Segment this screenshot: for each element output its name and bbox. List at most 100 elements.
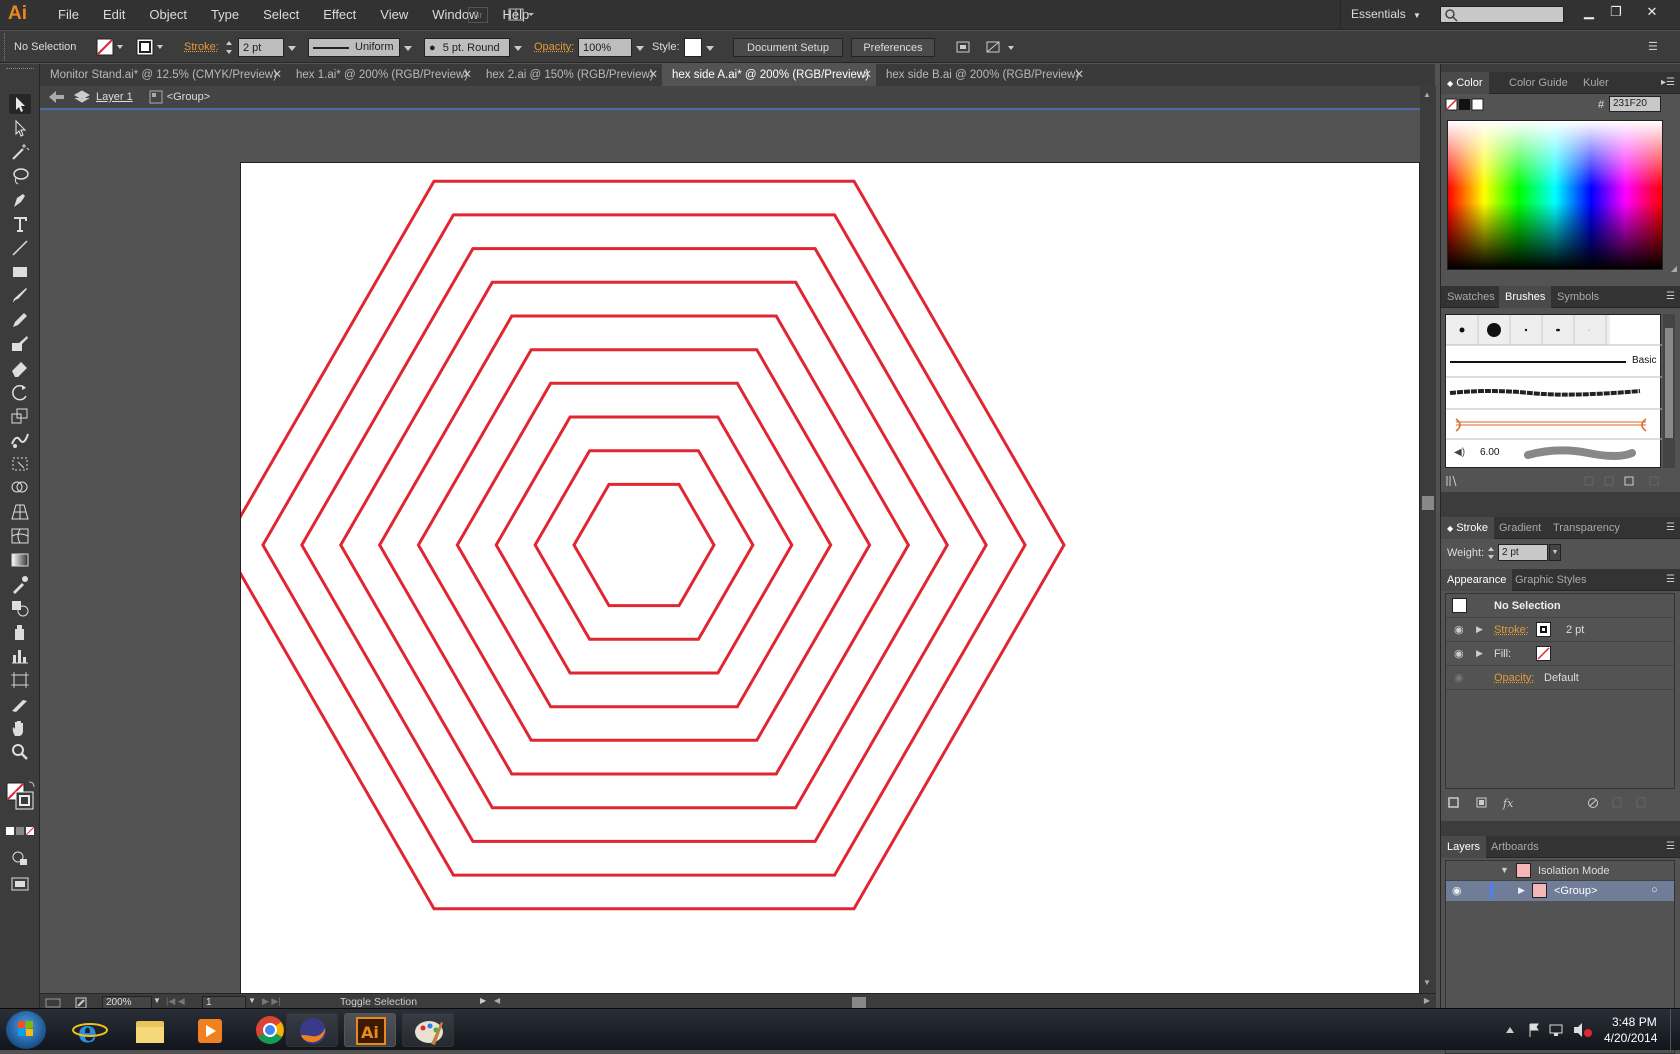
scroll-down-icon[interactable]: ▼ bbox=[1423, 978, 1431, 987]
stroke-weight-field[interactable]: 2 pt bbox=[238, 38, 284, 57]
workspace-switcher[interactable]: Essentials ▼ bbox=[1340, 0, 1432, 30]
tab-stroke[interactable]: ◆ Stroke bbox=[1441, 517, 1494, 539]
stroke-weight-dropdown[interactable] bbox=[286, 38, 298, 57]
panel-menu-icon[interactable]: ☰ bbox=[1666, 522, 1675, 533]
graphic-style-swatch[interactable] bbox=[684, 38, 702, 57]
blend-tool[interactable] bbox=[9, 598, 31, 618]
pen-tool[interactable] bbox=[9, 190, 31, 210]
screen-mode-button[interactable] bbox=[9, 874, 31, 894]
expand-arrow-icon[interactable]: ▶ bbox=[1476, 624, 1483, 635]
tab-hex-2[interactable]: hex 2.ai @ 150% (RGB/Preview) ✕ bbox=[476, 64, 662, 86]
close-button[interactable]: ✕ bbox=[1640, 3, 1664, 21]
stroke-swatch-icon[interactable] bbox=[1536, 622, 1551, 637]
close-icon[interactable]: ✕ bbox=[1074, 64, 1084, 86]
stroke-label[interactable]: Stroke: bbox=[184, 38, 219, 57]
brush-strokes-preview[interactable] bbox=[1446, 315, 1662, 469]
control-panel-menu-icon[interactable]: ☰ bbox=[1648, 38, 1666, 57]
color-mode-buttons[interactable] bbox=[5, 826, 35, 838]
hexagon-path[interactable] bbox=[457, 383, 830, 706]
close-icon[interactable]: ✕ bbox=[862, 64, 872, 86]
menu-object[interactable]: Object bbox=[137, 0, 199, 30]
tab-hex-1[interactable]: hex 1.ai* @ 200% (RGB/Preview) ✕ bbox=[286, 64, 476, 86]
tab-kuler[interactable]: Kuler bbox=[1577, 72, 1615, 94]
opacity-field[interactable]: 100% bbox=[578, 38, 632, 57]
show-desktop-button[interactable] bbox=[1670, 1009, 1680, 1051]
perspective-grid-tool[interactable] bbox=[9, 502, 31, 522]
magic-wand-tool[interactable] bbox=[9, 142, 31, 162]
opacity-dropdown[interactable] bbox=[634, 38, 646, 57]
tab-gradient[interactable]: Gradient bbox=[1493, 517, 1547, 539]
hexagon-path[interactable] bbox=[302, 249, 986, 842]
artboard-nav-back[interactable]: |◀ ◀ bbox=[166, 996, 185, 1007]
close-icon[interactable]: ✕ bbox=[272, 64, 282, 86]
vertical-scrollbar[interactable]: ▲ ▼ bbox=[1420, 86, 1436, 993]
lasso-tool[interactable] bbox=[9, 166, 31, 186]
layer-row-isolation[interactable]: ▼ Isolation Mode bbox=[1446, 861, 1674, 881]
fill-stroke-widget[interactable] bbox=[4, 780, 38, 820]
hexagon-path[interactable] bbox=[263, 215, 1025, 875]
brushes-scrollbar[interactable] bbox=[1663, 314, 1675, 468]
arrange-documents-button[interactable] bbox=[508, 7, 536, 23]
hexagon-path[interactable] bbox=[418, 350, 869, 741]
variable-width-profile[interactable]: Uniform bbox=[308, 38, 400, 57]
breadcrumb-layer[interactable]: Layer 1 bbox=[96, 91, 133, 103]
appearance-opacity-row[interactable]: ◉ Opacity: Default bbox=[1446, 666, 1674, 690]
color-spectrum[interactable] bbox=[1447, 120, 1663, 270]
fill-none-icon[interactable] bbox=[1536, 646, 1551, 661]
start-button[interactable] bbox=[6, 1011, 46, 1049]
tab-graphic-styles[interactable]: Graphic Styles bbox=[1509, 569, 1593, 591]
scroll-thumb[interactable] bbox=[1422, 496, 1434, 510]
hexagon-artwork[interactable] bbox=[241, 163, 1420, 993]
scroll-left-icon[interactable]: ◀ bbox=[494, 996, 500, 1005]
minimize-button[interactable]: ▁ bbox=[1577, 3, 1601, 21]
expand-arrow-icon[interactable]: ▶ bbox=[1518, 885, 1525, 896]
tab-artboards[interactable]: Artboards bbox=[1485, 836, 1545, 858]
rectangle-tool[interactable] bbox=[9, 262, 31, 282]
appearance-stroke-row[interactable]: ◉ ▶ Stroke: 2 pt bbox=[1446, 618, 1674, 642]
preferences-button[interactable]: Preferences bbox=[851, 38, 935, 57]
menu-file[interactable]: File bbox=[46, 0, 91, 30]
tab-monitor-stand[interactable]: Monitor Stand.ai* @ 12.5% (CMYK/Preview)… bbox=[40, 64, 286, 86]
tab-transparency[interactable]: Transparency bbox=[1547, 517, 1626, 539]
transform-options-button[interactable] bbox=[984, 38, 1018, 57]
document-setup-button[interactable]: Document Setup bbox=[733, 38, 843, 57]
taskbar-illustrator[interactable]: Ai bbox=[344, 1013, 396, 1047]
hex-field[interactable]: 231F20 bbox=[1609, 96, 1661, 112]
hexagon-path[interactable] bbox=[496, 417, 792, 673]
pencil-tool[interactable] bbox=[9, 310, 31, 330]
menu-select[interactable]: Select bbox=[251, 0, 311, 30]
tab-layers[interactable]: Layers bbox=[1441, 836, 1486, 858]
opacity-label[interactable]: Opacity: bbox=[534, 38, 574, 57]
isolate-button[interactable] bbox=[954, 38, 972, 57]
close-icon[interactable]: ✕ bbox=[648, 64, 658, 86]
tab-hex-side-b[interactable]: hex side B.ai @ 200% (RGB/Preview) ✕ bbox=[876, 64, 1088, 86]
breadcrumb-group[interactable]: <Group> bbox=[167, 91, 210, 103]
weight-stepper[interactable] bbox=[1486, 544, 1496, 562]
close-icon[interactable]: ✕ bbox=[462, 64, 472, 86]
slice-tool[interactable] bbox=[9, 694, 31, 714]
appearance-stroke-value[interactable]: 2 pt bbox=[1566, 624, 1584, 636]
panel-menu-icon[interactable]: ☰ bbox=[1666, 574, 1675, 585]
eye-icon[interactable]: ◉ bbox=[1454, 671, 1464, 684]
brush-library-menu-icon[interactable] bbox=[1445, 474, 1677, 488]
hand-tool[interactable] bbox=[9, 718, 31, 738]
eye-icon[interactable]: ◉ bbox=[1454, 647, 1464, 660]
fill-swatch[interactable] bbox=[96, 38, 126, 57]
eyedropper-tool[interactable] bbox=[9, 574, 31, 594]
warp-tool[interactable] bbox=[9, 430, 31, 450]
appearance-fill-row[interactable]: ◉ ▶ Fill: bbox=[1446, 642, 1674, 666]
eraser-tool[interactable] bbox=[9, 358, 31, 378]
tray-time[interactable]: 3:48 PM bbox=[1612, 1015, 1657, 1029]
target-circle-icon[interactable]: ○ bbox=[1651, 884, 1658, 896]
free-transform-tool[interactable] bbox=[9, 454, 31, 474]
tab-brushes[interactable]: Brushes bbox=[1499, 286, 1551, 308]
taskbar-media-player[interactable] bbox=[184, 1013, 236, 1047]
appearance-fill-label[interactable]: Fill: bbox=[1494, 648, 1511, 660]
menu-type[interactable]: Type bbox=[199, 0, 251, 30]
taskbar-explorer[interactable] bbox=[124, 1013, 176, 1047]
zoom-dropdown[interactable]: ▼ bbox=[153, 996, 161, 1005]
selection-tool[interactable] bbox=[9, 94, 31, 114]
layer-row-group[interactable]: ◉ ▶ <Group> ○ bbox=[1446, 881, 1674, 901]
layer-name[interactable]: Isolation Mode bbox=[1538, 865, 1610, 877]
stroke-swatch[interactable] bbox=[136, 38, 166, 57]
